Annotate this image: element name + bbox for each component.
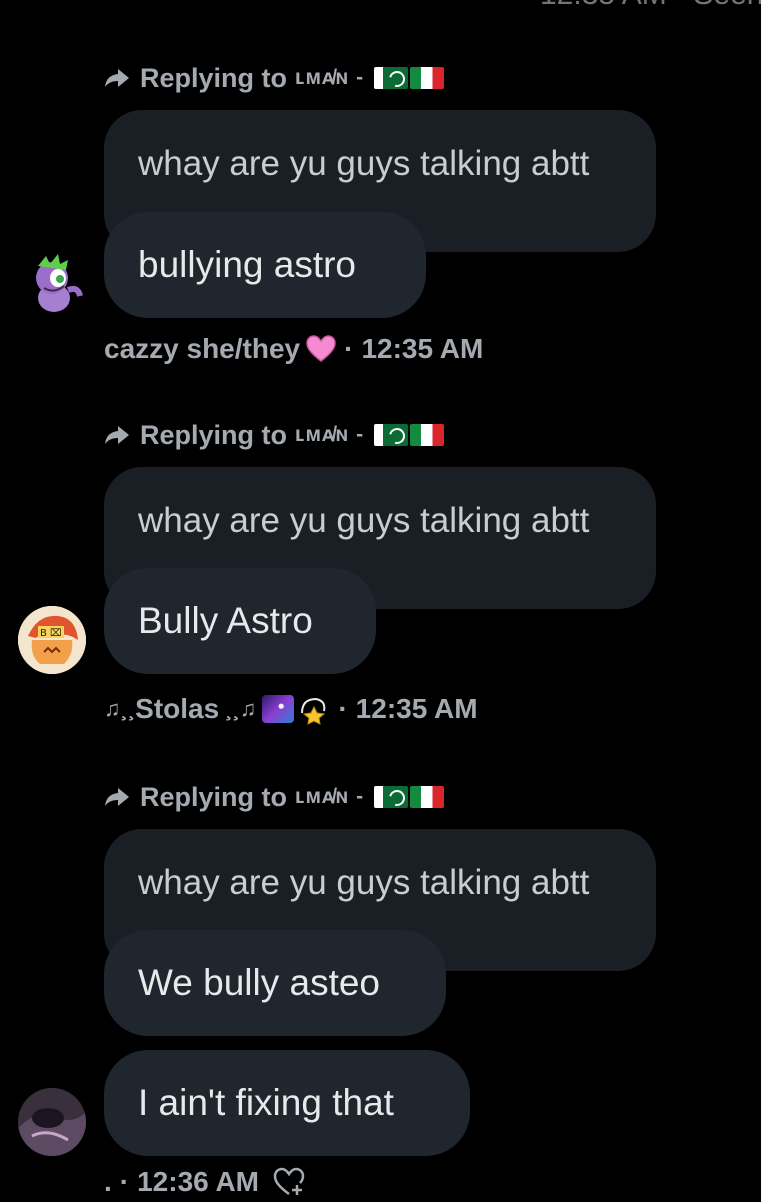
- sender-name: .: [104, 1166, 112, 1197]
- pakistan-flag-icon: [374, 67, 409, 89]
- reply-prefix: Replying to: [140, 781, 287, 812]
- reply-target-name: ʟᴍᴀ̸ɴ -: [295, 66, 365, 89]
- reply-context: Replying to ʟᴍᴀ̸ɴ -: [104, 417, 445, 453]
- avatar[interactable]: [18, 1088, 86, 1156]
- message-bubble[interactable]: We bully asteo: [104, 930, 446, 1036]
- quoted-message-text: whay are yu guys talking abtt: [138, 501, 590, 540]
- galaxy-emoji-icon: [262, 695, 295, 723]
- reply-target-name: ʟᴍᴀ̸ɴ -: [295, 423, 365, 446]
- italy-flag-icon: [410, 424, 445, 446]
- reply-arrow-icon: [105, 69, 129, 87]
- message-text: Bully Astro: [138, 599, 313, 641]
- message-bubble[interactable]: Bully Astro: [104, 568, 376, 674]
- quoted-message-text: whay are yu guys talking abtt: [138, 863, 590, 902]
- message-bubble[interactable]: bullying astro: [104, 212, 426, 318]
- quoted-message-text: whay are yu guys talking abtt: [138, 144, 590, 183]
- reply-arrow-icon: [105, 426, 129, 444]
- svg-text:B ⌧: B ⌧: [40, 628, 62, 639]
- reply-context: Replying to ʟᴍᴀ̸ɴ -: [104, 779, 445, 815]
- pakistan-flag-icon: [374, 424, 409, 446]
- avatar-spike-image: [36, 254, 83, 312]
- add-reaction-icon[interactable]: [273, 1167, 305, 1197]
- pink-heart-icon: [306, 335, 336, 362]
- italy-flag-icon: [410, 67, 445, 89]
- reply-arrow-icon: [105, 788, 129, 806]
- message-meta: . · 12:36 AM: [104, 1162, 305, 1202]
- message-text: I ain't fixing that: [138, 1081, 394, 1123]
- avatar[interactable]: [18, 250, 86, 318]
- italy-flag-icon: [410, 786, 445, 808]
- message-meta: cazzy she/they · 12:35 AM: [104, 333, 484, 364]
- message-text: We bully asteo: [138, 961, 380, 1003]
- avatar[interactable]: B ⌧: [18, 606, 86, 674]
- reply-prefix: Replying to: [140, 62, 287, 93]
- sender-name: cazzy she/they: [104, 333, 301, 364]
- message-text: bullying astro: [138, 243, 357, 285]
- message-time: 12:35 AM: [361, 333, 484, 364]
- message-time: 12:36 AM: [137, 1166, 260, 1197]
- top-status-text: 12:35 AM · Seen: [540, 0, 761, 12]
- sender-suffix: ¸¸♫: [225, 696, 257, 721]
- sender-name: Stolas: [135, 693, 220, 724]
- sender-prefix: ♫¸¸: [104, 696, 136, 721]
- reply-context: Replying to ʟᴍᴀ̸ɴ -: [104, 60, 445, 96]
- message-time: 12:35 AM: [355, 693, 478, 724]
- message-bubble[interactable]: I ain't fixing that: [104, 1050, 470, 1156]
- pakistan-flag-icon: [374, 786, 409, 808]
- reply-target-name: ʟᴍᴀ̸ɴ -: [295, 785, 365, 808]
- avatar-dark-image: [18, 1088, 86, 1156]
- avatar-sunset-image: B ⌧: [18, 606, 86, 674]
- reply-prefix: Replying to: [140, 419, 287, 450]
- dizzy-star-icon: [301, 697, 326, 725]
- message-meta: ♫¸¸ Stolas ¸¸♫ · 12:35 AM: [104, 693, 478, 725]
